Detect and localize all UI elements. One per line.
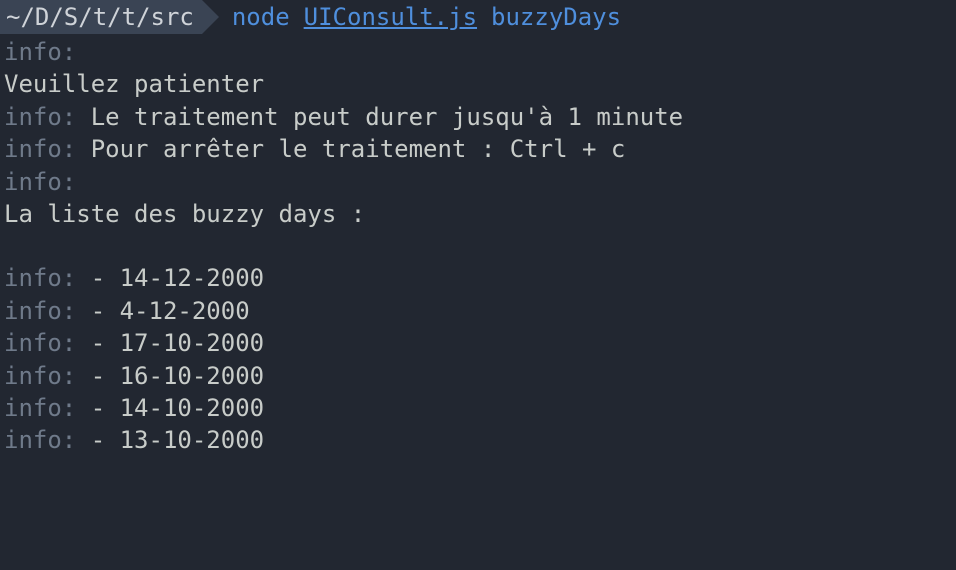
output-line: info: — [0, 36, 956, 68]
date-line: info: - 16-10-2000 — [0, 360, 956, 392]
info-label: info — [4, 329, 62, 357]
colon: : — [62, 135, 76, 163]
command-arg: buzzyDays — [491, 1, 621, 33]
colon: : — [62, 168, 76, 196]
list-header: La liste des buzzy days : — [4, 200, 365, 228]
output-line: info: — [0, 166, 956, 198]
output-text — [76, 135, 90, 163]
info-label: info — [4, 135, 62, 163]
colon: : — [62, 362, 76, 390]
terminal: ~/D/S/t/t/src node UIConsult.js buzzyDay… — [0, 0, 956, 457]
output-text — [76, 103, 90, 131]
info-label: info — [4, 168, 62, 196]
info-label: info — [4, 103, 62, 131]
info-label: info — [4, 297, 62, 325]
command-file: UIConsult.js — [304, 1, 477, 33]
date-value: 4-12-2000 — [120, 297, 250, 325]
dash: - — [76, 362, 119, 390]
dash: - — [76, 297, 119, 325]
date-value: 14-10-2000 — [120, 394, 265, 422]
output-line: Veuillez patienter — [0, 68, 956, 100]
date-line: info: - 17-10-2000 — [0, 327, 956, 359]
prompt-path-segment: ~/D/S/t/t/src — [0, 0, 202, 34]
date-value: 16-10-2000 — [120, 362, 265, 390]
info-label: info — [4, 264, 62, 292]
dash: - — [76, 426, 119, 454]
info-label: info — [4, 426, 62, 454]
dash: - — [76, 394, 119, 422]
dash: - — [76, 264, 119, 292]
prompt-line[interactable]: ~/D/S/t/t/src node UIConsult.js buzzyDay… — [0, 0, 956, 34]
info-label: info — [4, 38, 62, 66]
stop-message: Pour arrêter le traitement : Ctrl + c — [91, 135, 626, 163]
colon: : — [62, 394, 76, 422]
output-line: La liste des buzzy days : — [0, 198, 956, 230]
command-executable: node — [232, 1, 290, 33]
colon: : — [62, 264, 76, 292]
dash: - — [76, 329, 119, 357]
blank-line — [0, 230, 956, 262]
colon: : — [62, 329, 76, 357]
colon: : — [62, 297, 76, 325]
date-value: 13-10-2000 — [120, 426, 265, 454]
colon: : — [62, 103, 76, 131]
date-line: info: - 13-10-2000 — [0, 424, 956, 456]
prompt-command-area[interactable]: node UIConsult.js buzzyDays — [202, 0, 621, 34]
output-line: info: Le traitement peut durer jusqu'à 1… — [0, 101, 956, 133]
prompt-path-text: ~/D/S/t/t/src — [6, 1, 194, 33]
info-label: info — [4, 394, 62, 422]
info-label: info — [4, 362, 62, 390]
date-value: 17-10-2000 — [120, 329, 265, 357]
colon: : — [62, 38, 76, 66]
date-line: info: - 14-10-2000 — [0, 392, 956, 424]
date-line: info: - 14-12-2000 — [0, 262, 956, 294]
duration-message: Le traitement peut durer jusqu'à 1 minut… — [91, 103, 683, 131]
wait-message: Veuillez patienter — [4, 70, 264, 98]
date-value: 14-12-2000 — [120, 264, 265, 292]
output-line: info: Pour arrêter le traitement : Ctrl … — [0, 133, 956, 165]
colon: : — [62, 426, 76, 454]
date-line: info: - 4-12-2000 — [0, 295, 956, 327]
